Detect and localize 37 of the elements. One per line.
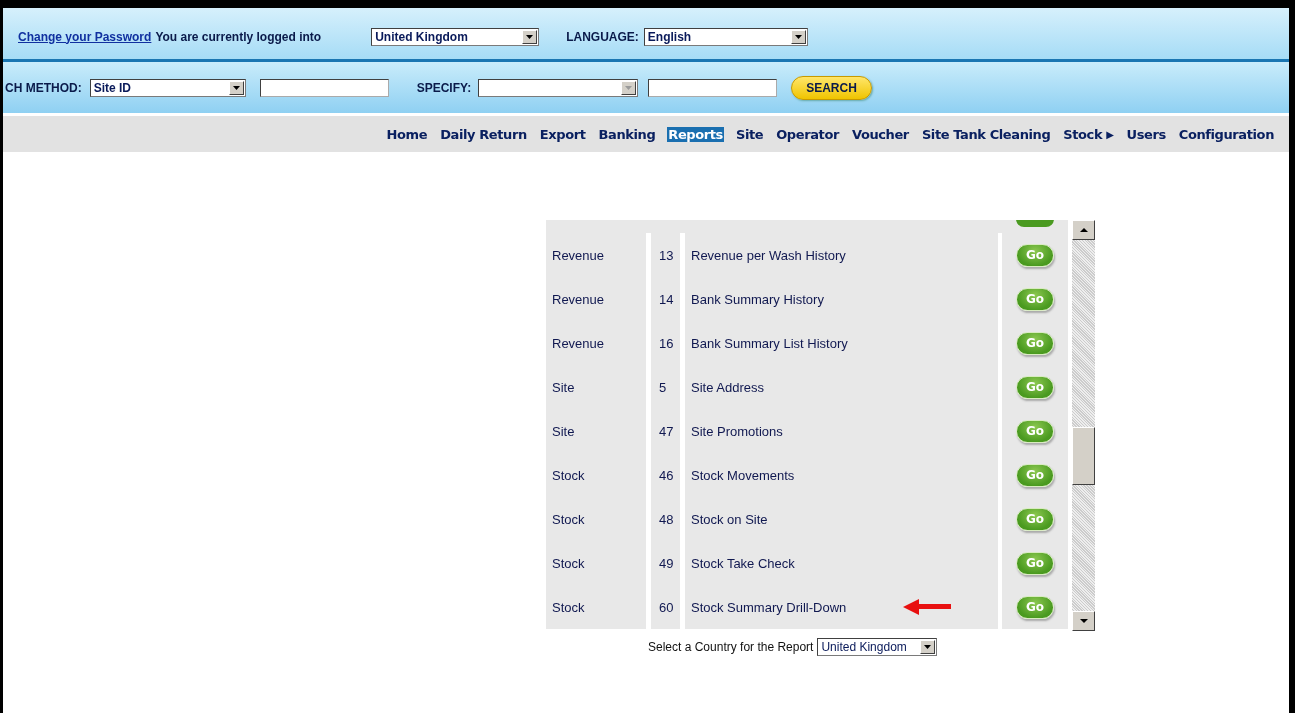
nav-item[interactable]: Operator <box>775 126 840 142</box>
arrow-up-icon <box>1079 228 1088 232</box>
scroll-thumb[interactable] <box>1072 427 1095 485</box>
login-text: You are currently logged into <box>155 29 322 44</box>
nav-item[interactable]: Site Tank Cleaning <box>920 126 1052 142</box>
search-method-select[interactable]: Site ID <box>89 78 246 97</box>
nav-item[interactable]: Daily Return <box>439 126 528 142</box>
nav-item[interactable]: Site <box>734 126 765 142</box>
nav-item[interactable]: Home <box>385 126 429 142</box>
search-method-label: CH METHOD: <box>5 80 82 95</box>
nav-item[interactable]: Users <box>1125 126 1167 142</box>
nav-item[interactable]: Reports <box>667 126 724 142</box>
country-select[interactable]: United Kingdom <box>371 27 540 46</box>
arrow-down-icon <box>1079 619 1088 623</box>
nav-item[interactable]: Stock ▶ <box>1062 126 1115 142</box>
scroll-down-button[interactable] <box>1072 611 1095 631</box>
caret-icon <box>625 85 633 90</box>
specify-label: SPECIFY: <box>416 80 472 95</box>
nav-item[interactable]: Export <box>538 126 587 142</box>
go-button[interactable] <box>1016 220 1054 227</box>
report-country-select[interactable]: United Kingdom <box>817 638 938 656</box>
search-input[interactable] <box>259 78 389 97</box>
caret-icon <box>232 85 240 90</box>
scrollbar[interactable] <box>1072 220 1095 631</box>
caret-icon <box>924 645 932 649</box>
language-label: LANGUAGE: <box>566 29 639 44</box>
search-button[interactable]: SEARCH <box>791 75 872 100</box>
caret-icon <box>526 34 534 39</box>
change-password-link[interactable]: Change your Password <box>18 29 152 44</box>
country-filter-label: Select a Country for the Report <box>648 640 814 654</box>
caret-icon <box>794 34 802 39</box>
nav-item[interactable]: Configuration <box>1177 126 1275 142</box>
scroll-up-button[interactable] <box>1072 220 1095 240</box>
specify-input[interactable] <box>648 78 778 97</box>
nav-item[interactable]: Banking <box>597 126 657 142</box>
language-select[interactable]: English <box>643 27 808 46</box>
nav-item[interactable]: Voucher <box>850 126 910 142</box>
